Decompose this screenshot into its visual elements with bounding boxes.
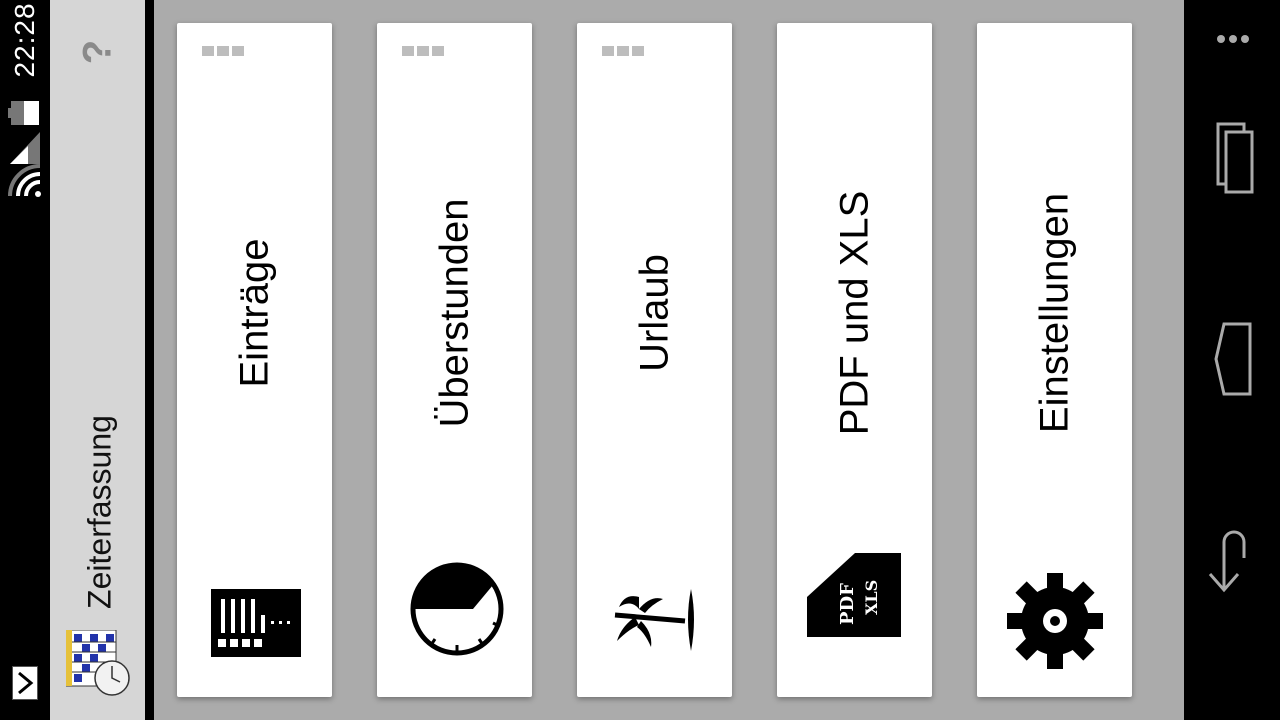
card-settings[interactable]: Einstellungen xyxy=(977,23,1132,697)
drawer-toggle-button[interactable] xyxy=(12,666,38,700)
help-button[interactable]: ? xyxy=(76,40,121,64)
overflow-menu-icon[interactable] xyxy=(1198,0,1268,84)
card-overtime[interactable]: Überstunden xyxy=(377,23,532,697)
app-title: Zeiterfassung xyxy=(81,415,118,609)
status-bar: 22:28 xyxy=(0,0,50,720)
palm-tree-icon xyxy=(614,589,694,651)
card-menu-icon[interactable] xyxy=(202,43,247,61)
signal-icon xyxy=(10,132,40,164)
card-label: Einstellungen xyxy=(1032,192,1077,434)
card-label: PDF und XLS xyxy=(832,190,877,436)
gear-icon xyxy=(1007,573,1103,669)
svg-text:PDF: PDF xyxy=(837,583,858,625)
back-icon[interactable] xyxy=(1198,518,1268,608)
card-entries[interactable]: Einträge xyxy=(177,23,332,697)
card-label: Urlaub xyxy=(632,254,677,372)
card-vacation[interactable]: Urlaub xyxy=(577,23,732,697)
recent-apps-icon[interactable] xyxy=(1198,112,1268,202)
svg-text:XLS: XLS xyxy=(862,580,881,615)
navigation-bar xyxy=(1184,0,1280,720)
wifi-icon xyxy=(8,164,41,197)
battery-icon xyxy=(8,101,39,125)
chevron-right-icon xyxy=(18,671,34,695)
entries-grid-icon xyxy=(211,589,301,657)
home-icon[interactable] xyxy=(1198,314,1268,404)
divider xyxy=(145,0,154,720)
card-label: Überstunden xyxy=(432,198,477,428)
card-menu-icon[interactable] xyxy=(402,43,447,61)
app-logo-icon xyxy=(66,630,130,696)
main-area: Einträge Überstunden Urlaub PDF und XLS … xyxy=(154,0,1184,720)
app-title-bar xyxy=(50,0,145,720)
overtime-clock-icon xyxy=(410,562,504,656)
status-time: 22:28 xyxy=(9,2,40,78)
card-menu-icon[interactable] xyxy=(602,43,647,61)
card-label: Einträge xyxy=(232,238,277,388)
card-pdf-xls[interactable]: PDF und XLS PDF XLS xyxy=(777,23,932,697)
pdf-xls-icon: PDF XLS xyxy=(807,553,901,637)
